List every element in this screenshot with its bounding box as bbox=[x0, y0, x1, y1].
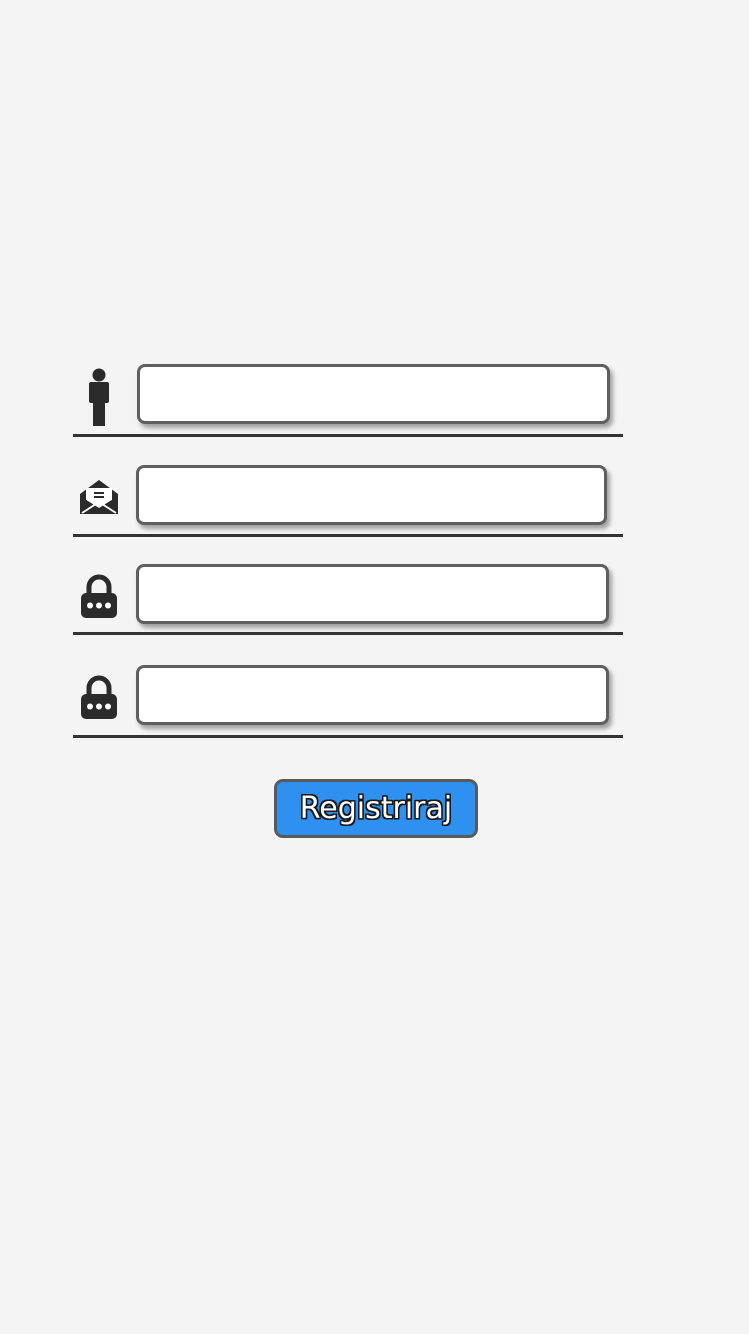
register-screen: Registriraj bbox=[0, 0, 749, 1334]
email-row bbox=[73, 463, 623, 537]
confirm-password-input[interactable] bbox=[136, 665, 609, 725]
lock-icon bbox=[77, 565, 121, 629]
register-button[interactable]: Registriraj bbox=[274, 779, 478, 838]
confirm-password-divider bbox=[73, 735, 623, 738]
username-row bbox=[73, 363, 623, 437]
lock-icon bbox=[77, 666, 121, 730]
email-input[interactable] bbox=[136, 465, 607, 525]
username-input[interactable] bbox=[137, 364, 610, 424]
email-divider bbox=[73, 534, 623, 537]
envelope-icon bbox=[77, 465, 121, 529]
person-icon bbox=[77, 365, 121, 429]
username-divider bbox=[73, 434, 623, 437]
password-input[interactable] bbox=[136, 564, 609, 624]
password-row bbox=[73, 561, 623, 635]
password-divider bbox=[73, 632, 623, 635]
confirm-password-row bbox=[73, 664, 623, 738]
